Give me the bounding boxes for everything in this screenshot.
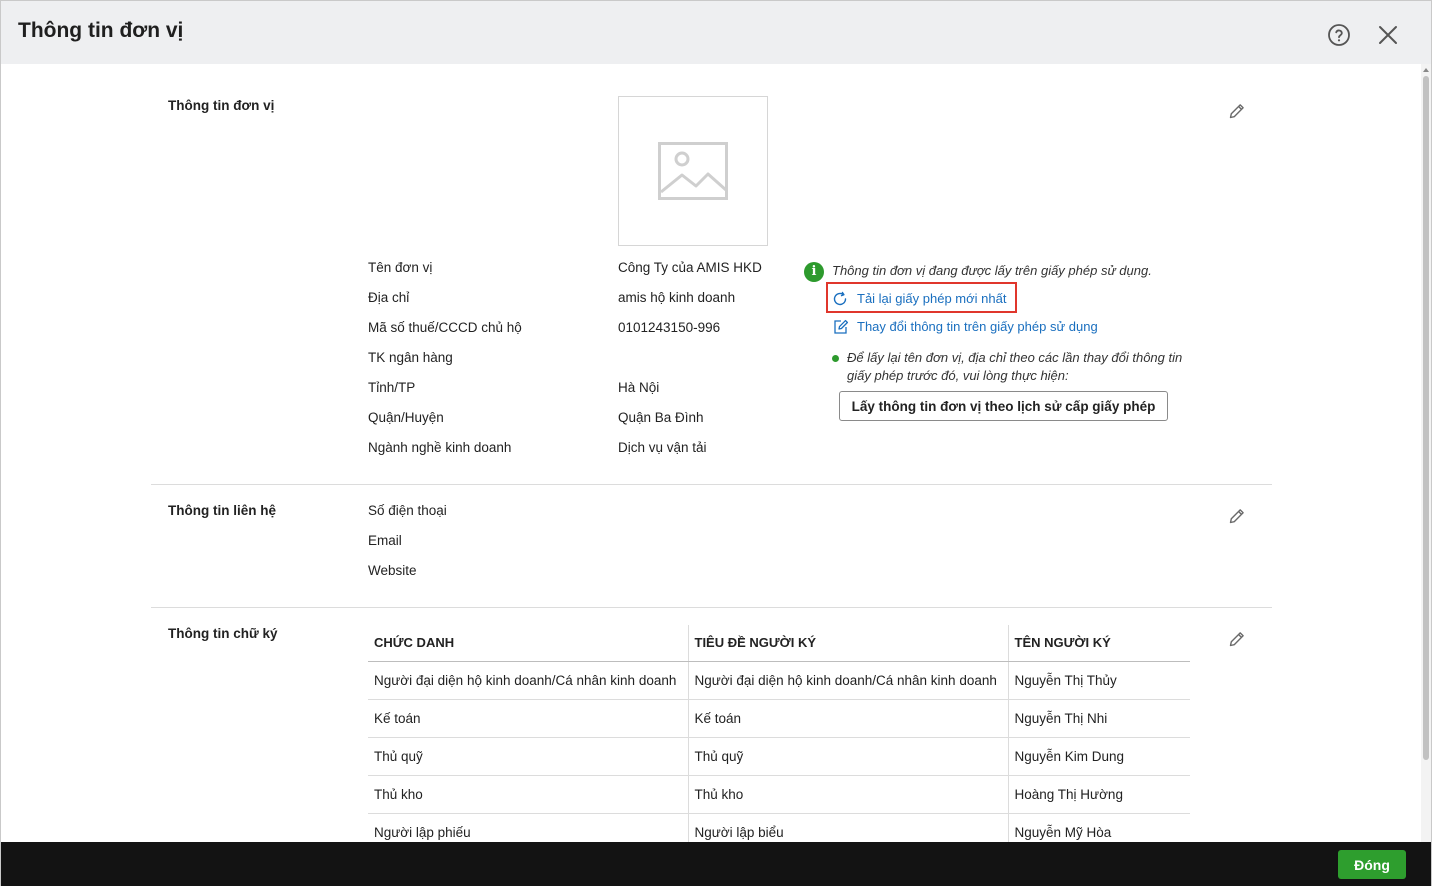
- help-button[interactable]: [1326, 22, 1352, 48]
- reload-license-link[interactable]: Tải lại giấy phép mới nhất: [857, 291, 1006, 306]
- cell-signer-name: Nguyễn Thị Nhi: [1007, 699, 1190, 738]
- column-header-title: CHỨC DANH: [368, 625, 688, 662]
- contact-info-section-title: Thông tin liên hệ: [168, 503, 276, 518]
- field-label-unit-name: Tên đơn vị: [368, 260, 433, 275]
- signature-info-section-title: Thông tin chữ ký: [168, 626, 278, 641]
- cell-title: Người lập phiếu: [368, 813, 688, 842]
- edit-document-icon: [834, 319, 849, 334]
- field-label-email: Email: [368, 533, 402, 548]
- cell-signer-title: Thủ quỹ: [687, 737, 1008, 776]
- dialog-title: Thông tin đơn vị: [18, 19, 184, 42]
- cell-signer-title: Người lập biểu: [687, 813, 1008, 842]
- edit-unit-info-button[interactable]: [1228, 102, 1248, 122]
- close-icon: [1379, 26, 1397, 44]
- table-row: Người lập phiếu Người lập biểu Nguyễn Mỹ…: [368, 813, 1190, 842]
- change-license-info-link[interactable]: Thay đổi thông tin trên giấy phép sử dụn…: [857, 319, 1098, 334]
- field-label-district: Quận/Huyện: [368, 410, 444, 425]
- cell-signer-title: Thủ kho: [687, 775, 1008, 814]
- license-info-text: Thông tin đơn vị đang được lấy trên giấy…: [832, 263, 1152, 278]
- cell-signer-name: Hoàng Thị Hường: [1007, 775, 1190, 814]
- field-label-province: Tỉnh/TP: [368, 380, 416, 395]
- cell-title: Kế toán: [368, 699, 688, 738]
- field-value-address: amis hộ kinh doanh: [618, 290, 736, 305]
- dialog-footer: Đóng: [1, 842, 1431, 886]
- unit-info-dialog: Thông tin đơn vị Thông tin đơn vị Tên đơ…: [0, 0, 1432, 886]
- field-value-unit-name: Công Ty của AMIS HKD: [618, 260, 762, 275]
- scrollbar-thumb[interactable]: [1423, 76, 1429, 760]
- cell-signer-name: Nguyễn Thị Thủy: [1007, 661, 1190, 700]
- cell-title: Thủ quỹ: [368, 737, 688, 776]
- edit-signature-info-button[interactable]: [1228, 630, 1248, 650]
- cell-title: Người đại diện hộ kinh doanh/Cá nhân kin…: [368, 661, 688, 700]
- pencil-icon: [1229, 509, 1244, 524]
- field-label-address: Địa chỉ: [368, 290, 410, 305]
- pencil-icon: [1229, 632, 1244, 647]
- scroll-up-arrow[interactable]: [1423, 68, 1429, 72]
- section-divider: [151, 484, 1272, 485]
- pencil-icon: [1229, 104, 1244, 119]
- table-row: Thủ quỹ Thủ quỹ Nguyễn Kim Dung: [368, 737, 1190, 776]
- refresh-icon: [833, 291, 847, 306]
- vertical-scrollbar[interactable]: [1421, 64, 1431, 842]
- unit-info-section-title: Thông tin đơn vị: [168, 98, 275, 113]
- cell-signer-title: Người đại diện hộ kinh doanh/Cá nhân kin…: [687, 661, 1008, 700]
- field-label-website: Website: [368, 563, 417, 578]
- field-value-business-line: Dịch vụ vận tải: [618, 440, 707, 455]
- section-divider: [151, 607, 1272, 608]
- column-header-signer-title: TIÊU ĐỀ NGƯỜI KÝ: [687, 625, 1008, 662]
- license-history-button[interactable]: Lấy thông tin đơn vị theo lịch sử cấp gi…: [839, 391, 1168, 421]
- table-row: Kế toán Kế toán Nguyễn Thị Nhi: [368, 699, 1190, 738]
- close-dialog-button[interactable]: Đóng: [1338, 850, 1406, 879]
- signature-table: CHỨC DANH TIÊU ĐỀ NGƯỜI KÝ TÊN NGƯỜI KÝ …: [368, 625, 1190, 842]
- note-bullet: [832, 355, 839, 362]
- field-value-province: Hà Nội: [618, 380, 660, 395]
- dialog-header: Thông tin đơn vị: [1, 1, 1431, 64]
- close-button[interactable]: [1375, 22, 1401, 48]
- image-placeholder-icon: [658, 142, 728, 200]
- help-icon: [1328, 24, 1350, 46]
- license-history-note: Để lấy lại tên đơn vị, địa chỉ theo các …: [847, 350, 1183, 383]
- column-header-signer-name: TÊN NGƯỜI KÝ: [1007, 625, 1190, 662]
- cell-signer-title: Kế toán: [687, 699, 1008, 738]
- field-label-business-line: Ngành nghề kinh doanh: [368, 440, 512, 455]
- table-row: Người đại diện hộ kinh doanh/Cá nhân kin…: [368, 661, 1190, 700]
- info-icon: i: [804, 262, 824, 282]
- table-row: Thủ kho Thủ kho Hoàng Thị Hường: [368, 775, 1190, 814]
- field-label-tax-code: Mã số thuế/CCCD chủ hộ: [368, 320, 522, 335]
- field-label-bank-account: TK ngân hàng: [368, 350, 453, 365]
- cell-title: Thủ kho: [368, 775, 688, 814]
- field-value-tax-code: 0101243150-996: [618, 320, 721, 335]
- edit-contact-info-button[interactable]: [1228, 507, 1248, 527]
- cell-signer-name: Nguyễn Mỹ Hòa: [1007, 813, 1190, 842]
- company-logo-placeholder[interactable]: [618, 96, 768, 246]
- cell-signer-name: Nguyễn Kim Dung: [1007, 737, 1190, 776]
- table-header-row: CHỨC DANH TIÊU ĐỀ NGƯỜI KÝ TÊN NGƯỜI KÝ: [368, 625, 1190, 662]
- field-label-phone: Số điện thoại: [368, 503, 447, 518]
- field-value-district: Quận Ba Đình: [618, 410, 704, 425]
- dialog-content[interactable]: Thông tin đơn vị Tên đơn vị Công Ty của …: [1, 64, 1421, 842]
